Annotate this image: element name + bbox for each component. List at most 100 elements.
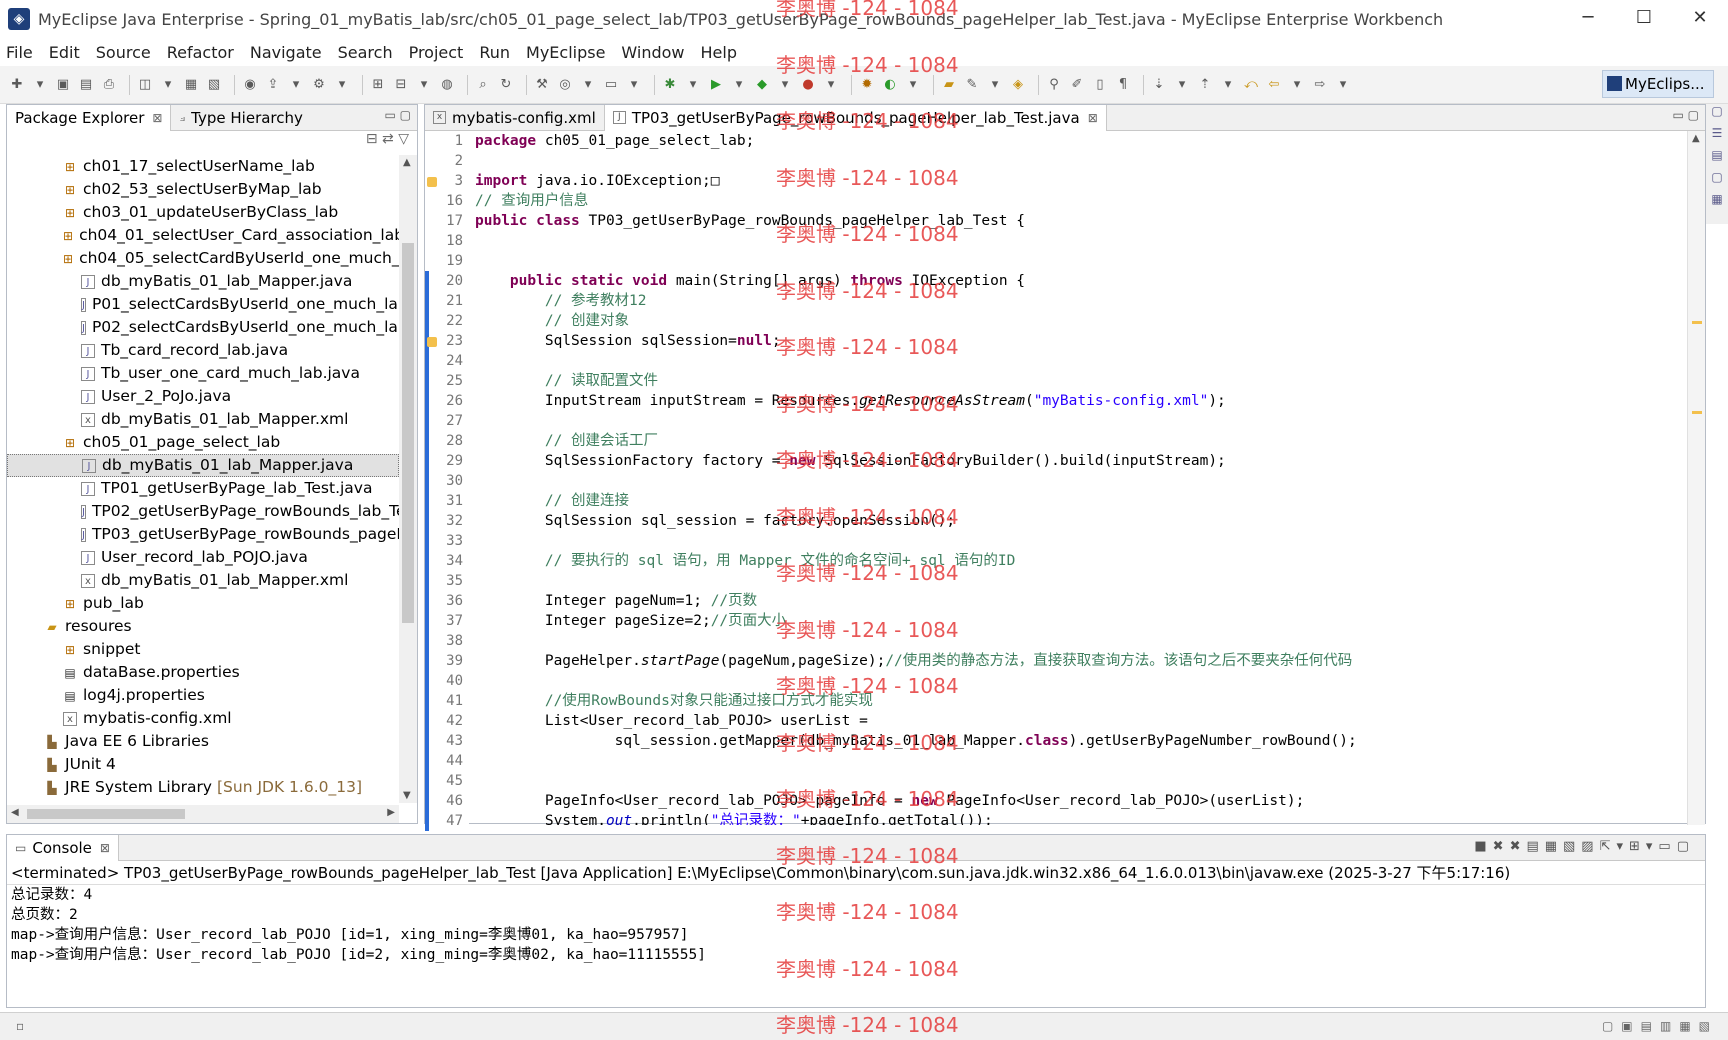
search-icon[interactable]: ⌕ bbox=[474, 76, 492, 94]
tree-item[interactable]: ⊞ snippet bbox=[7, 638, 399, 661]
next-annotation-icon[interactable]: ⇣ bbox=[1150, 76, 1168, 94]
new-interface-icon[interactable]: ◐ bbox=[881, 76, 899, 94]
tab-mybatis-config[interactable]: x mybatis-config.xml bbox=[425, 104, 605, 131]
new-icon[interactable]: ✚ bbox=[8, 76, 26, 94]
code-line[interactable] bbox=[469, 151, 1669, 171]
scroll-up-icon[interactable]: ▲ bbox=[403, 157, 411, 168]
tree-item[interactable]: ▙ JUnit 4 bbox=[7, 753, 399, 776]
task-list-icon[interactable]: ▤ bbox=[1706, 148, 1728, 170]
annotation-icon[interactable]: ◈ bbox=[1009, 76, 1027, 94]
globe-icon[interactable]: ◍ bbox=[438, 76, 456, 94]
code-line[interactable] bbox=[469, 411, 1669, 431]
dropdown-icon[interactable]: ▾ bbox=[684, 76, 702, 94]
tree-item[interactable]: ▣resources.jar - E:\MyEclipse\Common\bin… bbox=[7, 799, 399, 803]
code-line[interactable] bbox=[469, 771, 1669, 791]
tab-type-hierarchy[interactable]: ⟓ Type Hierarchy bbox=[171, 105, 310, 131]
tree-item[interactable]: J TP02_getUserByPage_rowBounds_lab_Test bbox=[7, 500, 399, 523]
tree-item[interactable]: J Tb_user_one_card_much_lab.java bbox=[7, 362, 399, 385]
monitor-icon[interactable]: ▭ bbox=[602, 76, 620, 94]
code-line[interactable]: System.out.println("总记录数："+pageInfo.getT… bbox=[469, 811, 1669, 825]
code-line[interactable]: // 查询用户信息 bbox=[469, 191, 1669, 211]
tab-package-explorer[interactable]: Package Explorer ⊠ bbox=[7, 104, 172, 131]
code-line[interactable]: PageHelper.startPage(pageNum,pageSize);/… bbox=[469, 651, 1669, 671]
code-line[interactable]: package ch05_01_page_select_lab; bbox=[469, 131, 1669, 151]
dropdown-icon[interactable]: ▾ bbox=[579, 76, 597, 94]
code-line[interactable] bbox=[469, 351, 1669, 371]
tree-item[interactable]: J P02_selectCardsByUserId_one_much_lab bbox=[7, 316, 399, 339]
tree-item[interactable]: J User_record_lab_POJO.java bbox=[7, 546, 399, 569]
scroll-down-icon[interactable]: ▼ bbox=[403, 790, 411, 801]
menu-source[interactable]: Source bbox=[96, 43, 151, 62]
tree-item[interactable]: J TP01_getUserByPage_lab_Test.java bbox=[7, 477, 399, 500]
close-button[interactable]: ✕ bbox=[1672, 0, 1728, 38]
tree-item[interactable]: J User_2_PoJo.java bbox=[7, 385, 399, 408]
server-icon[interactable]: ◉ bbox=[241, 76, 259, 94]
menu-refactor[interactable]: Refactor bbox=[167, 43, 234, 62]
scroll-up-icon[interactable]: ▲ bbox=[1692, 133, 1700, 144]
print-icon[interactable]: ⎙ bbox=[100, 76, 118, 94]
console-toolbar[interactable]: ■✖✖▤▦▧▨⇱▾⊞▾▭▢ bbox=[1474, 839, 1695, 854]
warning-overview-mark[interactable] bbox=[1692, 321, 1702, 324]
dropdown-icon[interactable]: ▾ bbox=[776, 76, 794, 94]
code-area[interactable]: package ch05_01_page_select_lab; import … bbox=[469, 131, 1669, 825]
close-tab-icon[interactable]: ⊠ bbox=[100, 841, 110, 855]
block-select-icon[interactable]: ▯ bbox=[1091, 76, 1109, 94]
code-line[interactable]: public class TP03_getUserByPage_rowBound… bbox=[469, 211, 1669, 231]
menu-edit[interactable]: Edit bbox=[49, 43, 80, 62]
code-line[interactable] bbox=[469, 531, 1669, 551]
code-line[interactable] bbox=[469, 631, 1669, 651]
menu-window[interactable]: Window bbox=[621, 43, 684, 62]
new-project-icon[interactable]: ◫ bbox=[136, 76, 154, 94]
tree-item[interactable]: ⊞ ch05_01_page_select_lab bbox=[7, 431, 399, 454]
tree-item[interactable]: ⊞ ch02_53_selectUserByMap_lab bbox=[7, 178, 399, 201]
pin-icon[interactable]: ⚲ bbox=[1045, 76, 1063, 94]
code-line[interactable]: public static void main(String[] args) t… bbox=[469, 271, 1669, 291]
code-line[interactable]: Integer pageSize=2;//页面大小 bbox=[469, 611, 1669, 631]
tree-item[interactable]: ▙ Java EE 6 Libraries bbox=[7, 730, 399, 753]
highlight-icon[interactable]: ✐ bbox=[1068, 76, 1086, 94]
code-line[interactable] bbox=[469, 471, 1669, 491]
dropdown-icon[interactable]: ▾ bbox=[333, 76, 351, 94]
refresh-icon[interactable]: ↻ bbox=[497, 76, 515, 94]
open-type-icon[interactable]: ⊞ bbox=[369, 76, 387, 94]
code-line[interactable]: SqlSession sqlSession=null; bbox=[469, 331, 1669, 351]
tree-item[interactable]: ▤ dataBase.properties bbox=[7, 661, 399, 684]
dropdown-icon[interactable]: ▾ bbox=[287, 76, 305, 94]
class-icon[interactable]: ▧ bbox=[205, 76, 223, 94]
problems-icon[interactable]: ▦ bbox=[1706, 192, 1728, 214]
code-line[interactable]: List<User_record_lab_POJO> userList = bbox=[469, 711, 1669, 731]
forward-icon[interactable]: ⇨ bbox=[1311, 76, 1329, 94]
back-icon[interactable]: ⇦ bbox=[1265, 76, 1283, 94]
link-editor-icon[interactable]: ⇄ bbox=[382, 131, 394, 147]
tree-item[interactable]: ⊞ ch04_05_selectCardByUserId_one_much_lab bbox=[7, 247, 399, 270]
tree-item[interactable]: ⊞ pub_lab bbox=[7, 592, 399, 615]
outline-icon[interactable]: ☰ bbox=[1706, 126, 1728, 148]
tree-item[interactable]: ⊞ ch03_01_updateUserByClass_lab bbox=[7, 201, 399, 224]
tree-item[interactable]: ⊞ ch01_17_selectUserName_lab bbox=[7, 155, 399, 178]
scrollbar-thumb[interactable] bbox=[27, 809, 185, 819]
dropdown-icon[interactable]: ▾ bbox=[730, 76, 748, 94]
code-line[interactable]: import java.io.IOException;□ bbox=[469, 171, 1669, 191]
code-line[interactable]: // 创建会话工厂 bbox=[469, 431, 1669, 451]
code-line[interactable]: //使用RowBounds对象只能通过接口方式才能实现 bbox=[469, 691, 1669, 711]
code-line[interactable]: PageInfo<User_record_lab_POJO> pageInfo … bbox=[469, 791, 1669, 811]
code-line[interactable] bbox=[469, 571, 1669, 591]
dropdown-icon[interactable]: ▾ bbox=[986, 76, 1004, 94]
menu-run[interactable]: Run bbox=[479, 43, 510, 62]
open-folder-icon[interactable]: ▰ bbox=[940, 76, 958, 94]
dropdown-icon[interactable]: ▾ bbox=[625, 76, 643, 94]
dropdown-icon[interactable]: ▾ bbox=[31, 76, 49, 94]
tree-item[interactable]: ▙ JRE System Library [Sun JDK 1.6.0_13] bbox=[7, 776, 399, 799]
pencil-icon[interactable]: ✎ bbox=[963, 76, 981, 94]
run-icon[interactable]: ▶ bbox=[707, 76, 725, 94]
menu-help[interactable]: Help bbox=[701, 43, 737, 62]
code-line[interactable] bbox=[469, 751, 1669, 771]
prev-annotation-icon[interactable]: ⇡ bbox=[1196, 76, 1214, 94]
close-tab-icon[interactable]: ⊠ bbox=[1088, 111, 1098, 125]
build-icon[interactable]: ⚙ bbox=[310, 76, 328, 94]
open-resource-icon[interactable]: ⊟ bbox=[392, 76, 410, 94]
tree-item[interactable]: J TP03_getUserByPage_rowBounds_pageHelper bbox=[7, 523, 399, 546]
dropdown-icon[interactable]: ▾ bbox=[1334, 76, 1352, 94]
save-all-icon[interactable]: ▤ bbox=[77, 76, 95, 94]
package-icon[interactable]: ▦ bbox=[182, 76, 200, 94]
